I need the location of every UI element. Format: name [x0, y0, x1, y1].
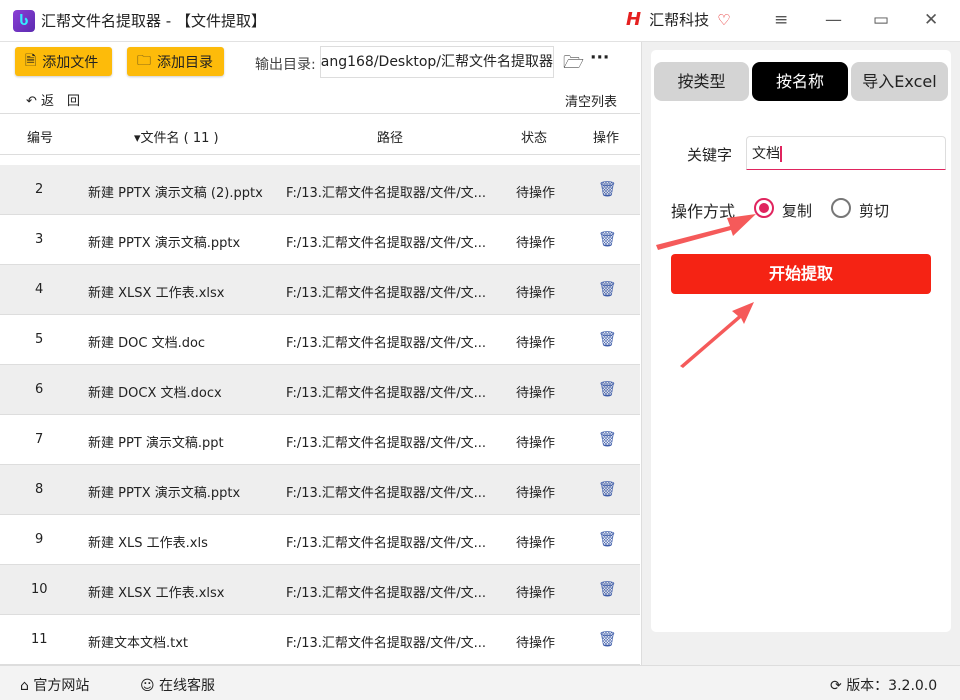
status-bar: ⌂ 官方网站 ☺ 在线客服 ⟳ 版本：3.2.0.0	[0, 665, 960, 700]
version-label: 版本：3.2.0.0	[846, 678, 938, 694]
refresh-icon: ⟳	[830, 678, 847, 694]
annotation-arrows	[656, 214, 756, 368]
support-label: 在线客服	[159, 678, 216, 694]
headset-icon: ☺	[140, 678, 160, 694]
home-icon: ⌂	[20, 678, 34, 694]
support-link[interactable]: ☺ 在线客服	[140, 675, 215, 695]
arrow-icon	[680, 302, 754, 368]
website-label: 官方网站	[33, 678, 90, 694]
website-link[interactable]: ⌂ 官方网站	[20, 675, 89, 695]
arrow-icon	[656, 214, 756, 250]
version-info[interactable]: ⟳ 版本：3.2.0.0	[830, 675, 937, 695]
